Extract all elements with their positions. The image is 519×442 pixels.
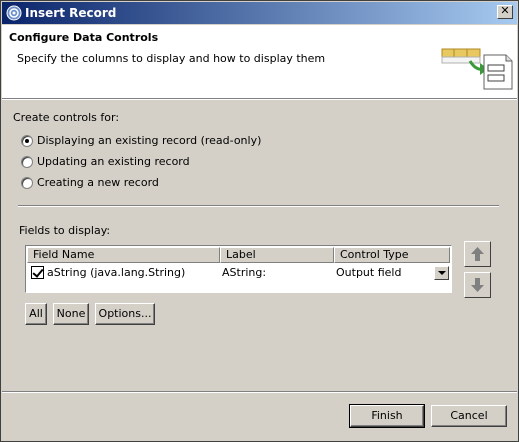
eclipse-icon bbox=[6, 5, 22, 21]
table-row[interactable]: aString (java.lang.String) AString: Outp… bbox=[27, 264, 450, 282]
radio-label: Displaying an existing record (read-only… bbox=[37, 134, 262, 147]
field-checkbox[interactable] bbox=[31, 266, 44, 279]
wizard-banner: Configure Data Controls Specify the colu… bbox=[2, 25, 517, 98]
data-controls-wizard-icon bbox=[441, 48, 513, 90]
arrow-down-icon bbox=[471, 278, 484, 292]
close-icon: ✕ bbox=[500, 4, 510, 17]
select-all-button[interactable]: All bbox=[25, 303, 47, 325]
banner-separator bbox=[2, 98, 517, 100]
arrow-up-icon bbox=[471, 247, 484, 261]
create-controls-label: Create controls for: bbox=[13, 111, 120, 124]
page-title: Configure Data Controls bbox=[9, 31, 159, 44]
options-button[interactable]: Options... bbox=[95, 303, 155, 325]
select-none-button[interactable]: None bbox=[53, 303, 89, 325]
fields-table[interactable]: Field Name Label Control Type aString (j… bbox=[25, 245, 452, 293]
close-button[interactable]: ✕ bbox=[497, 4, 513, 19]
control-type-dropdown[interactable] bbox=[434, 266, 449, 280]
window-title: Insert Record bbox=[25, 6, 117, 20]
column-header-field-name[interactable]: Field Name bbox=[27, 247, 220, 263]
fields-to-display-label: Fields to display: bbox=[19, 224, 111, 237]
control-type-cell[interactable]: Output field bbox=[336, 266, 401, 279]
radio-label: Updating an existing record bbox=[37, 155, 190, 168]
title-bar[interactable]: Insert Record ✕ bbox=[2, 2, 517, 24]
table-header: Field Name Label Control Type bbox=[27, 247, 450, 263]
footer-separator bbox=[2, 391, 517, 393]
section-separator bbox=[18, 205, 499, 207]
column-header-control-type[interactable]: Control Type bbox=[334, 247, 450, 263]
column-header-label[interactable]: Label bbox=[220, 247, 334, 263]
radio-button[interactable] bbox=[21, 177, 33, 189]
move-down-button[interactable] bbox=[464, 272, 491, 298]
page-description: Specify the columns to display and how t… bbox=[17, 52, 326, 65]
radio-button[interactable] bbox=[21, 135, 33, 147]
radio-button[interactable] bbox=[21, 156, 33, 168]
field-name-cell: aString (java.lang.String) bbox=[47, 266, 186, 279]
dialog-window: Insert Record ✕ Configure Data Controls … bbox=[0, 0, 519, 442]
move-up-button[interactable] bbox=[464, 241, 491, 267]
radio-label: Creating a new record bbox=[37, 176, 159, 189]
finish-button[interactable]: Finish bbox=[349, 404, 425, 428]
cancel-button[interactable]: Cancel bbox=[431, 405, 507, 427]
label-cell[interactable]: AString: bbox=[222, 266, 266, 279]
